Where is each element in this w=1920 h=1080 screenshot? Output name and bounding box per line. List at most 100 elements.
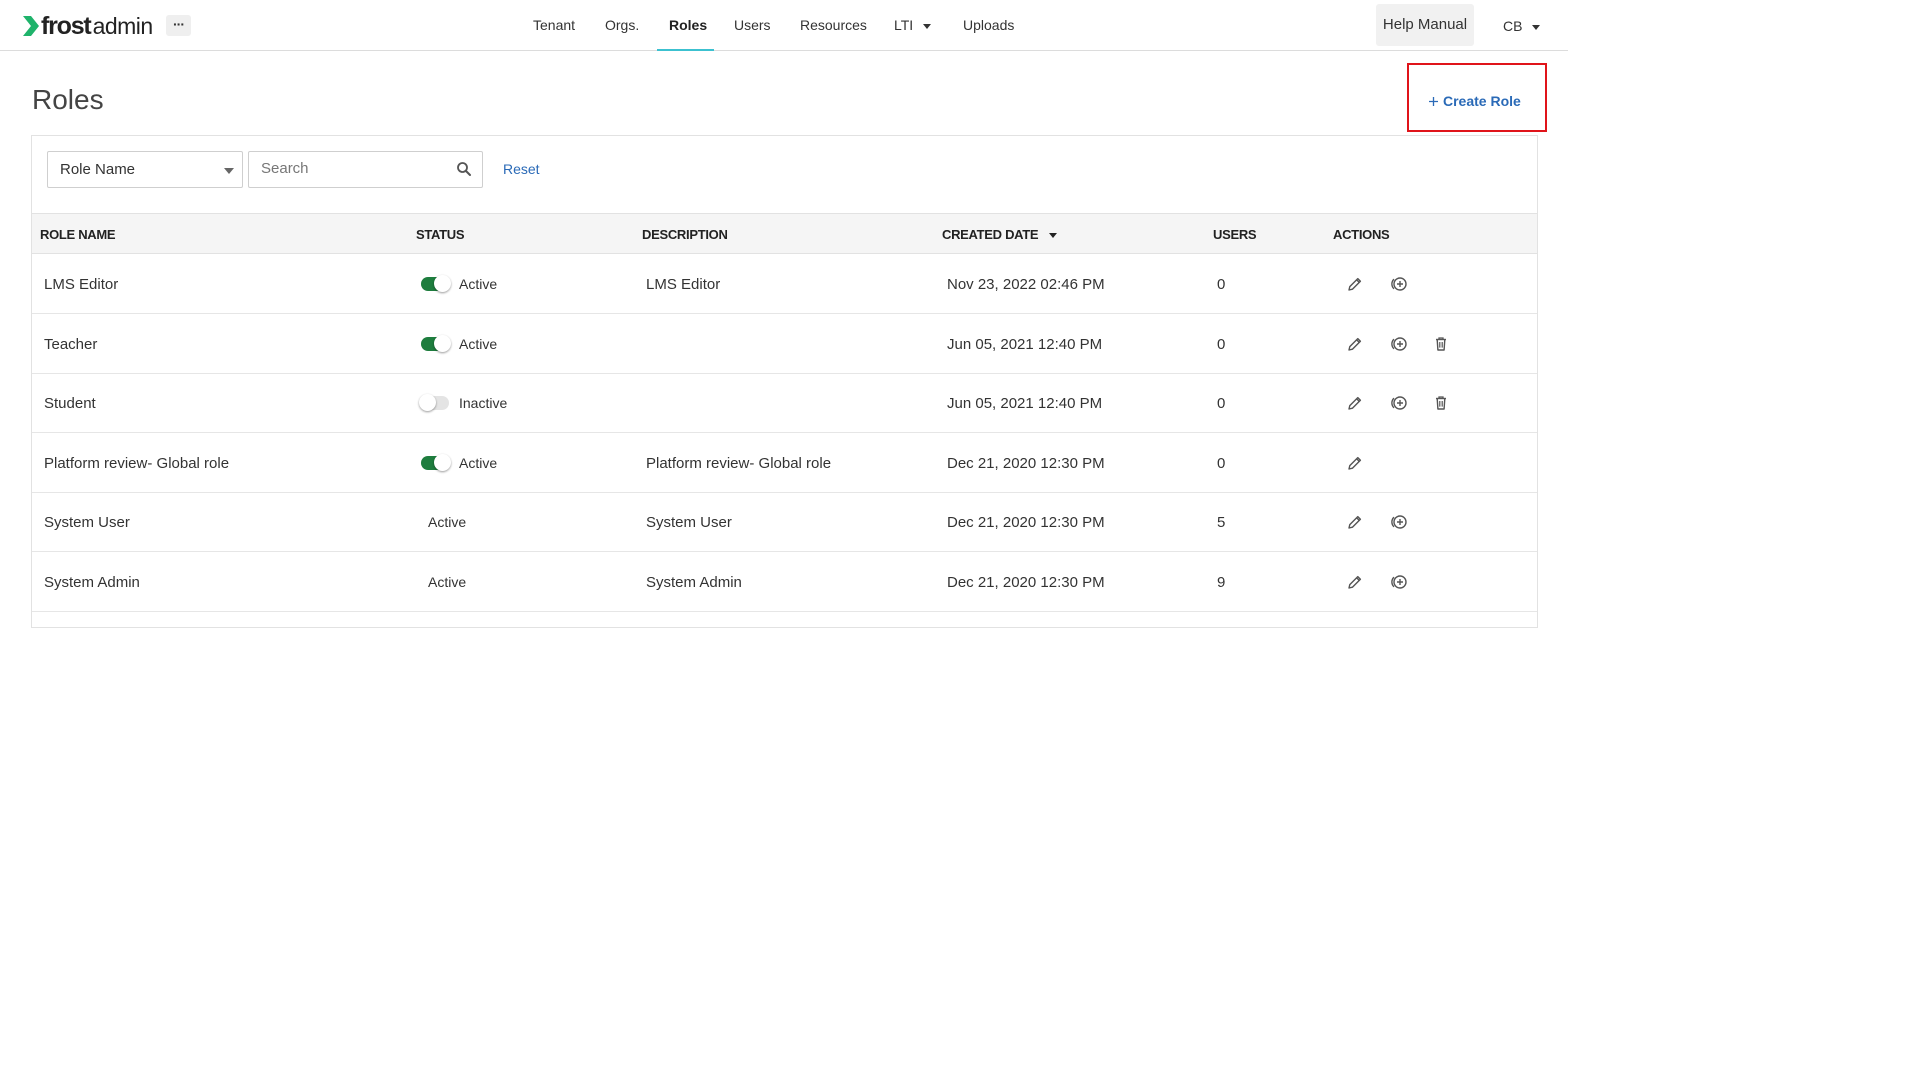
brand-name-light: admin: [92, 12, 154, 39]
edit-icon-glyph: [1348, 516, 1362, 530]
add-permission-icon-glyph: [1391, 515, 1407, 530]
status-label: Active: [428, 574, 467, 590]
status-toggle[interactable]: [419, 394, 449, 412]
create-role-highlight: Create Role: [1407, 63, 1547, 132]
nav-item-lti[interactable]: LTI: [894, 17, 932, 33]
edit-icon[interactable]: [1346, 275, 1364, 293]
delete-icon-glyph: [1436, 336, 1446, 351]
table-row: System User Active System User Dec 21, 2020…: [32, 492, 1537, 553]
nav-item-roles[interactable]: Roles: [669, 17, 707, 33]
table-header: ROLE NAME STATUS DESCRIPTION CREATED DAT…: [32, 213, 1537, 254]
nav-item-uploads[interactable]: Uploads: [963, 17, 1014, 33]
chevron-down-icon: [224, 168, 234, 174]
table-row: LMS Editor Active LMS Editor Nov 23, 2022 0…: [32, 254, 1537, 314]
edit-icon[interactable]: [1346, 573, 1364, 591]
brand-logo[interactable]: frost admin: [22, 12, 153, 40]
add-permission-icon-glyph: [1391, 396, 1407, 410]
edit-icon-glyph: [1348, 575, 1362, 589]
table-row: System Admin Active System Admin Dec 21, 20…: [32, 552, 1537, 612]
status-label: Active: [428, 514, 467, 531]
nav-item-tenant[interactable]: Tenant: [533, 17, 575, 33]
filter-field-value: Role Name: [60, 161, 136, 178]
role-name-cell[interactable]: Student: [44, 395, 96, 412]
delete-icon[interactable]: [1432, 335, 1450, 353]
column-header-users: USERS: [1213, 227, 1257, 242]
add-permission-icon-glyph: [1391, 575, 1407, 589]
users-count-cell: 0: [1217, 395, 1226, 413]
status-toggle[interactable]: [421, 275, 451, 292]
column-header-role-name: ROLE NAME: [40, 227, 116, 242]
add-permission-icon[interactable]: [1389, 573, 1407, 591]
created-date-cell: Nov 23, 2022 02:46 PM: [947, 276, 1105, 293]
created-date-cell: Dec 21, 2020 12:30 PM: [947, 454, 1105, 472]
status-toggle[interactable]: [421, 334, 451, 352]
status-label: Active: [459, 276, 498, 292]
user-initials: CB: [1503, 18, 1523, 34]
edit-icon-glyph: [1348, 277, 1362, 291]
edit-icon[interactable]: [1346, 394, 1364, 412]
help-manual-button[interactable]: Help Manual: [1376, 4, 1474, 46]
role-name-cell[interactable]: Teacher: [44, 336, 97, 353]
nav-item-users[interactable]: Users: [734, 17, 771, 33]
role-name-cell[interactable]: LMS Editor: [44, 276, 118, 293]
description-cell: LMS Editor: [646, 276, 721, 293]
edit-icon[interactable]: [1346, 513, 1364, 531]
status-label: Active: [459, 454, 498, 471]
column-header-actions: ACTIONS: [1333, 227, 1390, 242]
users-count-cell: 0: [1217, 454, 1226, 472]
description-cell: System User: [646, 514, 732, 532]
chevron-down-icon: [923, 23, 932, 29]
add-permission-icon[interactable]: [1389, 394, 1407, 412]
reset-button[interactable]: Reset: [503, 161, 540, 177]
nav-item-orgs[interactable]: Orgs.: [605, 17, 639, 33]
add-permission-icon[interactable]: [1389, 275, 1407, 293]
description-cell: System Admin: [646, 574, 742, 591]
search-box: [248, 151, 483, 188]
users-count-cell: 0: [1217, 335, 1226, 353]
user-menu[interactable]: CB: [1503, 18, 1541, 34]
edit-icon-glyph: [1348, 456, 1362, 470]
add-permission-icon-glyph: [1391, 336, 1407, 351]
chevron-down-icon: [1532, 24, 1541, 30]
edit-icon[interactable]: [1346, 454, 1364, 472]
sort-descending-icon: [1048, 233, 1057, 239]
add-permission-icon-glyph: [1391, 277, 1407, 291]
filter-field-select[interactable]: Role Name: [47, 151, 243, 188]
search-icon[interactable]: [456, 161, 472, 177]
top-navigation-bar: frost admin ··· Tenant Orgs. Roles Users…: [0, 0, 1568, 51]
edit-icon-glyph: [1348, 337, 1362, 351]
role-name-cell[interactable]: Platform review- Global role: [44, 455, 229, 472]
table-row: Student Inactive Jun 05, 2021 12:40 PM 0: [32, 373, 1537, 434]
table-row: Platform review- Global role Active Platfo…: [32, 433, 1537, 493]
status-toggle[interactable]: [421, 453, 451, 471]
plus-icon: [1429, 97, 1438, 106]
create-role-button[interactable]: Create Role: [1429, 93, 1521, 109]
active-tab-indicator: [657, 49, 714, 51]
toggle-knob: [434, 453, 451, 471]
nav-item-lti-label: LTI: [894, 17, 914, 33]
nav-item-resources[interactable]: Resources: [800, 17, 867, 33]
description-cell: Platform review- Global role: [646, 454, 832, 472]
column-header-created-date[interactable]: CREATED DATE: [942, 227, 1057, 242]
role-name-cell[interactable]: System User: [44, 514, 130, 531]
more-options-button[interactable]: ···: [166, 15, 191, 36]
edit-icon[interactable]: [1346, 335, 1364, 353]
add-permission-icon[interactable]: [1389, 335, 1407, 353]
create-role-label: Create Role: [1443, 93, 1521, 109]
delete-icon-glyph: [1436, 396, 1446, 410]
column-header-status: STATUS: [416, 227, 465, 242]
table-row: Teacher Active Jun 05, 2021 12:40 PM 0: [32, 314, 1537, 374]
created-date-cell: Jun 05, 2021 12:40 PM: [947, 395, 1103, 413]
users-count-cell: 5: [1217, 514, 1226, 532]
users-count-cell: 0: [1217, 276, 1226, 293]
search-input[interactable]: [250, 153, 451, 184]
logo-chevron-icon: [23, 16, 39, 36]
page-title: Roles: [32, 84, 104, 115]
column-header-description: DESCRIPTION: [642, 227, 728, 242]
role-name-cell[interactable]: System Admin: [44, 574, 140, 591]
delete-icon[interactable]: [1432, 394, 1450, 412]
toggle-knob: [434, 275, 451, 292]
edit-icon-glyph: [1348, 397, 1362, 410]
add-permission-icon[interactable]: [1389, 513, 1407, 531]
brand-name-bold: frost: [41, 11, 92, 40]
